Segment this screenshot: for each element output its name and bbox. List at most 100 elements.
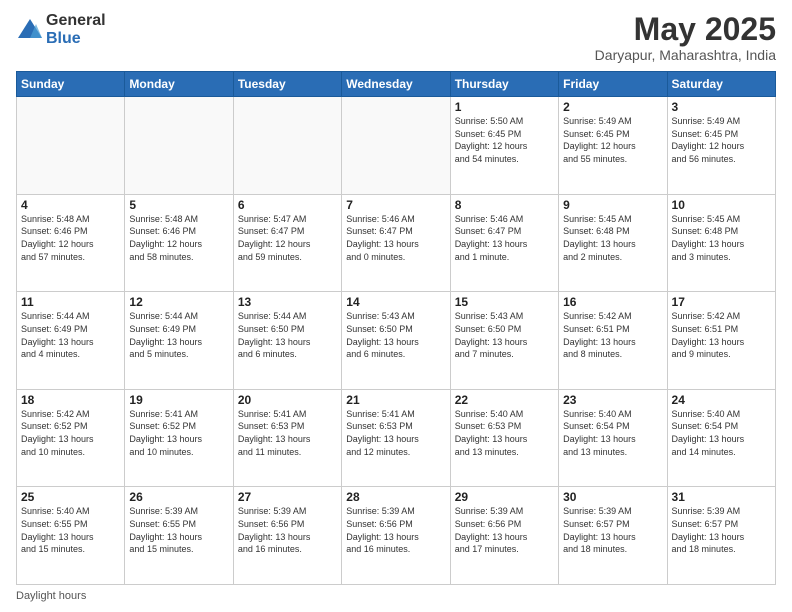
- day-number: 2: [563, 100, 662, 114]
- calendar-cell: 29Sunrise: 5:39 AM Sunset: 6:56 PM Dayli…: [450, 487, 558, 585]
- day-info: Sunrise: 5:39 AM Sunset: 6:55 PM Dayligh…: [129, 505, 228, 555]
- day-number: 30: [563, 490, 662, 504]
- day-info: Sunrise: 5:41 AM Sunset: 6:52 PM Dayligh…: [129, 408, 228, 458]
- day-info: Sunrise: 5:42 AM Sunset: 6:51 PM Dayligh…: [672, 310, 771, 360]
- day-info: Sunrise: 5:47 AM Sunset: 6:47 PM Dayligh…: [238, 213, 337, 263]
- calendar-cell: 3Sunrise: 5:49 AM Sunset: 6:45 PM Daylig…: [667, 97, 775, 195]
- day-number: 24: [672, 393, 771, 407]
- day-info: Sunrise: 5:40 AM Sunset: 6:54 PM Dayligh…: [672, 408, 771, 458]
- day-number: 6: [238, 198, 337, 212]
- calendar-cell: 30Sunrise: 5:39 AM Sunset: 6:57 PM Dayli…: [559, 487, 667, 585]
- calendar-week-2: 4Sunrise: 5:48 AM Sunset: 6:46 PM Daylig…: [17, 194, 776, 292]
- calendar-week-4: 18Sunrise: 5:42 AM Sunset: 6:52 PM Dayli…: [17, 389, 776, 487]
- calendar-cell: 23Sunrise: 5:40 AM Sunset: 6:54 PM Dayli…: [559, 389, 667, 487]
- calendar-cell: 19Sunrise: 5:41 AM Sunset: 6:52 PM Dayli…: [125, 389, 233, 487]
- header: General Blue May 2025 Daryapur, Maharash…: [16, 12, 776, 63]
- subtitle: Daryapur, Maharashtra, India: [595, 47, 776, 63]
- logo-text: General Blue: [46, 12, 106, 47]
- day-info: Sunrise: 5:49 AM Sunset: 6:45 PM Dayligh…: [563, 115, 662, 165]
- day-number: 13: [238, 295, 337, 309]
- calendar-cell: 27Sunrise: 5:39 AM Sunset: 6:56 PM Dayli…: [233, 487, 341, 585]
- day-number: 3: [672, 100, 771, 114]
- day-number: 9: [563, 198, 662, 212]
- day-number: 19: [129, 393, 228, 407]
- logo-general: General: [46, 12, 106, 30]
- day-info: Sunrise: 5:39 AM Sunset: 6:56 PM Dayligh…: [238, 505, 337, 555]
- calendar-table: SundayMondayTuesdayWednesdayThursdayFrid…: [16, 71, 776, 585]
- calendar-dow-wednesday: Wednesday: [342, 72, 450, 97]
- day-number: 16: [563, 295, 662, 309]
- main-title: May 2025: [595, 12, 776, 47]
- calendar-week-5: 25Sunrise: 5:40 AM Sunset: 6:55 PM Dayli…: [17, 487, 776, 585]
- day-info: Sunrise: 5:41 AM Sunset: 6:53 PM Dayligh…: [238, 408, 337, 458]
- day-info: Sunrise: 5:45 AM Sunset: 6:48 PM Dayligh…: [563, 213, 662, 263]
- day-number: 4: [21, 198, 120, 212]
- day-info: Sunrise: 5:39 AM Sunset: 6:57 PM Dayligh…: [563, 505, 662, 555]
- day-info: Sunrise: 5:50 AM Sunset: 6:45 PM Dayligh…: [455, 115, 554, 165]
- day-info: Sunrise: 5:40 AM Sunset: 6:55 PM Dayligh…: [21, 505, 120, 555]
- day-info: Sunrise: 5:48 AM Sunset: 6:46 PM Dayligh…: [129, 213, 228, 263]
- day-number: 31: [672, 490, 771, 504]
- calendar-dow-sunday: Sunday: [17, 72, 125, 97]
- calendar-cell: 9Sunrise: 5:45 AM Sunset: 6:48 PM Daylig…: [559, 194, 667, 292]
- day-number: 11: [21, 295, 120, 309]
- calendar-cell: 11Sunrise: 5:44 AM Sunset: 6:49 PM Dayli…: [17, 292, 125, 390]
- calendar-cell: 1Sunrise: 5:50 AM Sunset: 6:45 PM Daylig…: [450, 97, 558, 195]
- day-info: Sunrise: 5:44 AM Sunset: 6:49 PM Dayligh…: [21, 310, 120, 360]
- calendar-cell: [342, 97, 450, 195]
- logo: General Blue: [16, 12, 106, 47]
- calendar-dow-tuesday: Tuesday: [233, 72, 341, 97]
- day-number: 21: [346, 393, 445, 407]
- day-number: 15: [455, 295, 554, 309]
- calendar-cell: 2Sunrise: 5:49 AM Sunset: 6:45 PM Daylig…: [559, 97, 667, 195]
- day-number: 20: [238, 393, 337, 407]
- calendar-cell: 31Sunrise: 5:39 AM Sunset: 6:57 PM Dayli…: [667, 487, 775, 585]
- calendar-dow-thursday: Thursday: [450, 72, 558, 97]
- calendar-cell: 16Sunrise: 5:42 AM Sunset: 6:51 PM Dayli…: [559, 292, 667, 390]
- day-number: 29: [455, 490, 554, 504]
- day-number: 25: [21, 490, 120, 504]
- day-info: Sunrise: 5:40 AM Sunset: 6:54 PM Dayligh…: [563, 408, 662, 458]
- day-info: Sunrise: 5:43 AM Sunset: 6:50 PM Dayligh…: [455, 310, 554, 360]
- day-number: 22: [455, 393, 554, 407]
- calendar-cell: 28Sunrise: 5:39 AM Sunset: 6:56 PM Dayli…: [342, 487, 450, 585]
- logo-blue: Blue: [46, 30, 106, 48]
- calendar-cell: 12Sunrise: 5:44 AM Sunset: 6:49 PM Dayli…: [125, 292, 233, 390]
- day-number: 8: [455, 198, 554, 212]
- calendar-cell: 4Sunrise: 5:48 AM Sunset: 6:46 PM Daylig…: [17, 194, 125, 292]
- day-number: 5: [129, 198, 228, 212]
- day-info: Sunrise: 5:48 AM Sunset: 6:46 PM Dayligh…: [21, 213, 120, 263]
- calendar-week-1: 1Sunrise: 5:50 AM Sunset: 6:45 PM Daylig…: [17, 97, 776, 195]
- day-info: Sunrise: 5:49 AM Sunset: 6:45 PM Dayligh…: [672, 115, 771, 165]
- day-info: Sunrise: 5:40 AM Sunset: 6:53 PM Dayligh…: [455, 408, 554, 458]
- day-info: Sunrise: 5:39 AM Sunset: 6:57 PM Dayligh…: [672, 505, 771, 555]
- calendar-cell: 8Sunrise: 5:46 AM Sunset: 6:47 PM Daylig…: [450, 194, 558, 292]
- calendar-cell: 6Sunrise: 5:47 AM Sunset: 6:47 PM Daylig…: [233, 194, 341, 292]
- day-info: Sunrise: 5:46 AM Sunset: 6:47 PM Dayligh…: [346, 213, 445, 263]
- day-number: 12: [129, 295, 228, 309]
- calendar-cell: 13Sunrise: 5:44 AM Sunset: 6:50 PM Dayli…: [233, 292, 341, 390]
- logo-icon: [16, 16, 44, 44]
- calendar-cell: 24Sunrise: 5:40 AM Sunset: 6:54 PM Dayli…: [667, 389, 775, 487]
- day-number: 17: [672, 295, 771, 309]
- day-info: Sunrise: 5:44 AM Sunset: 6:49 PM Dayligh…: [129, 310, 228, 360]
- calendar-cell: 14Sunrise: 5:43 AM Sunset: 6:50 PM Dayli…: [342, 292, 450, 390]
- calendar-cell: 22Sunrise: 5:40 AM Sunset: 6:53 PM Dayli…: [450, 389, 558, 487]
- calendar-cell: 17Sunrise: 5:42 AM Sunset: 6:51 PM Dayli…: [667, 292, 775, 390]
- day-info: Sunrise: 5:43 AM Sunset: 6:50 PM Dayligh…: [346, 310, 445, 360]
- calendar-cell: 20Sunrise: 5:41 AM Sunset: 6:53 PM Dayli…: [233, 389, 341, 487]
- day-number: 27: [238, 490, 337, 504]
- day-number: 23: [563, 393, 662, 407]
- day-number: 1: [455, 100, 554, 114]
- calendar-dow-monday: Monday: [125, 72, 233, 97]
- calendar-cell: 15Sunrise: 5:43 AM Sunset: 6:50 PM Dayli…: [450, 292, 558, 390]
- calendar-cell: 7Sunrise: 5:46 AM Sunset: 6:47 PM Daylig…: [342, 194, 450, 292]
- calendar-header-row: SundayMondayTuesdayWednesdayThursdayFrid…: [17, 72, 776, 97]
- title-block: May 2025 Daryapur, Maharashtra, India: [595, 12, 776, 63]
- calendar-cell: 10Sunrise: 5:45 AM Sunset: 6:48 PM Dayli…: [667, 194, 775, 292]
- calendar-cell: 18Sunrise: 5:42 AM Sunset: 6:52 PM Dayli…: [17, 389, 125, 487]
- day-number: 26: [129, 490, 228, 504]
- day-info: Sunrise: 5:39 AM Sunset: 6:56 PM Dayligh…: [455, 505, 554, 555]
- page: General Blue May 2025 Daryapur, Maharash…: [0, 0, 792, 612]
- calendar-cell: 25Sunrise: 5:40 AM Sunset: 6:55 PM Dayli…: [17, 487, 125, 585]
